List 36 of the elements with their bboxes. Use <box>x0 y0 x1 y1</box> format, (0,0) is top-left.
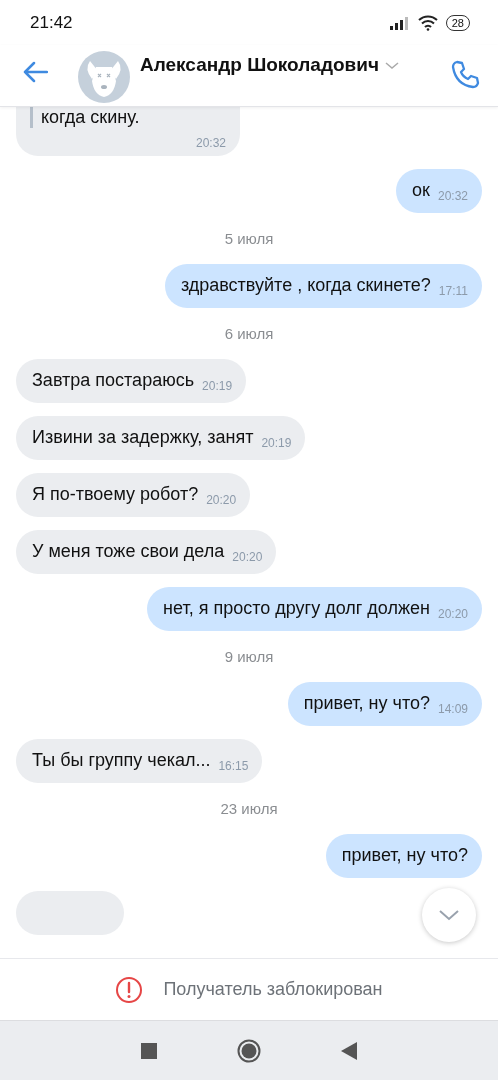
message-text: здравствуйте , когда скинете? <box>180 275 431 296</box>
signal-icon <box>389 15 410 30</box>
recents-button[interactable] <box>141 1042 157 1059</box>
date-separator: 9 июля <box>224 648 274 665</box>
clock: 21:42 <box>30 12 73 33</box>
message-time: 20:19 <box>202 379 233 393</box>
message-text: Я по-твоему робот? <box>32 484 199 505</box>
message-text: Ты бы группу чекал... <box>32 750 211 771</box>
message-text: У меня тоже свои дела <box>32 541 225 562</box>
message-text: ок <box>412 180 430 201</box>
home-button[interactable] <box>237 1038 261 1063</box>
message-time: 20:19 <box>261 436 292 450</box>
message-text: Извини за задержку, занят <box>32 427 254 448</box>
date-separator: 6 июля <box>224 325 274 342</box>
back-nav-button[interactable] <box>341 1041 357 1060</box>
message-text: когда скину. <box>30 107 140 128</box>
message-time: 20:20 <box>206 493 237 507</box>
message-text: нет, я просто другу долг должен <box>163 598 430 619</box>
chevron-down-icon <box>439 909 459 921</box>
message-time: 14:09 <box>437 702 468 716</box>
message-time: 17:11 <box>438 284 468 298</box>
message-time: 20:32 <box>195 136 226 150</box>
message-time: 20:20 <box>437 607 468 621</box>
message-text: Завтра постараюсь <box>32 370 195 391</box>
message-time: 20:32 <box>437 189 468 203</box>
date-separator: 23 июля <box>220 800 278 817</box>
blocked-notice: Получатель заблокирован <box>163 979 383 1000</box>
contact-name[interactable]: Александр Шоколадович <box>140 54 379 76</box>
chevron-down-icon[interactable] <box>384 62 399 70</box>
message-time: 20:20 <box>232 550 263 564</box>
message-time: 16:15 <box>218 759 249 773</box>
message-text: привет, ну что? <box>341 845 468 866</box>
wifi-icon <box>417 14 438 31</box>
message-text: привет, ну что? <box>303 693 430 714</box>
warning-icon <box>115 975 144 1004</box>
date-separator: 5 июля <box>224 230 274 247</box>
